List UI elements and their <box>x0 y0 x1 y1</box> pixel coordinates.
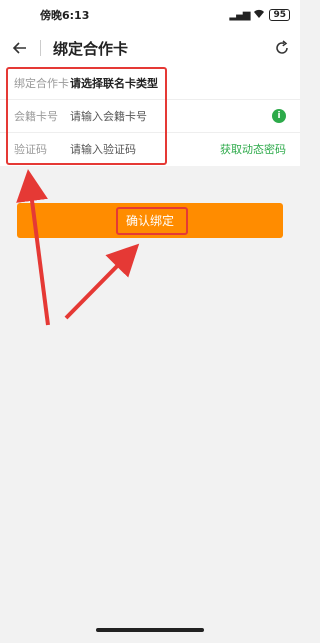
refresh-icon <box>276 40 288 54</box>
wifi-icon <box>253 9 265 22</box>
back-arrow-icon <box>12 42 26 54</box>
page-title: 绑定合作卡 <box>53 39 129 58</box>
header-bar: 绑定合作卡 <box>0 30 300 66</box>
get-dynamic-code-link[interactable]: 获取动态密码 <box>220 141 286 157</box>
signal-icon: ▂▄▆ <box>229 9 250 21</box>
back-button[interactable] <box>0 30 40 66</box>
arrow-to-button <box>64 243 140 320</box>
status-icons: ▂▄▆ 95 <box>229 9 290 22</box>
battery-indicator: 95 <box>269 9 290 21</box>
button-highlight-box <box>116 207 188 235</box>
header-divider <box>40 40 41 56</box>
refresh-button[interactable] <box>264 30 300 66</box>
info-icon[interactable]: i <box>272 109 286 123</box>
status-bar: 傍晚6:13 ▂▄▆ 95 <box>0 0 300 30</box>
home-indicator <box>96 628 204 632</box>
status-time: 傍晚6:13 <box>40 9 90 22</box>
form-highlight-box <box>6 67 167 165</box>
